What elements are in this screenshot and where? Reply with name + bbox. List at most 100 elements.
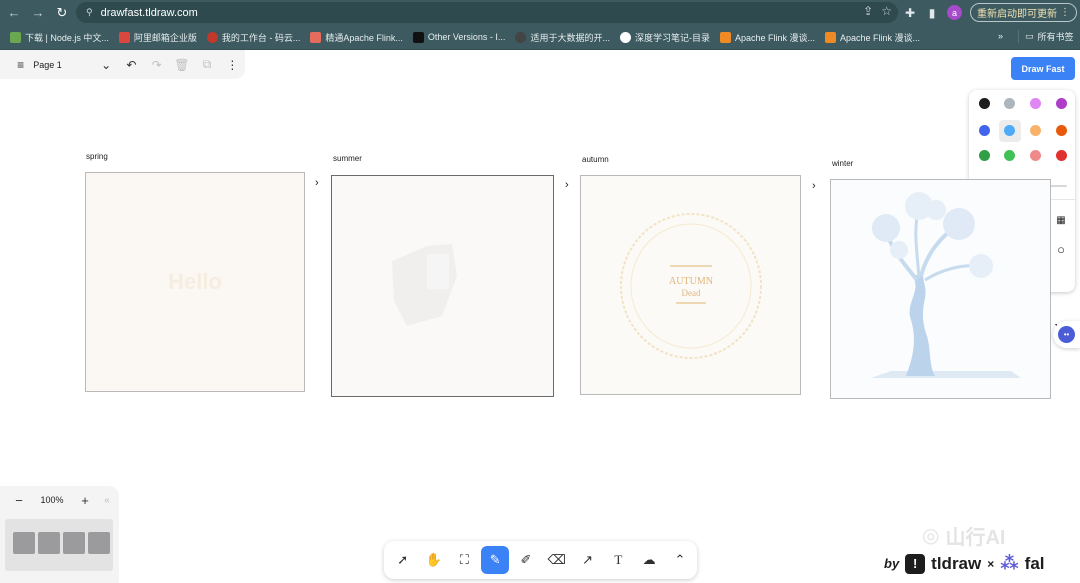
color-swatch-black[interactable]: [979, 98, 990, 109]
select-tool[interactable]: ➚: [389, 546, 417, 574]
bookmarks-overflow-button[interactable]: »: [998, 31, 1003, 41]
color-swatch-green[interactable]: [979, 150, 990, 161]
restart-update-button[interactable]: 重新启动即可更新 ⋮: [970, 3, 1077, 22]
wechat-icon: ◎: [922, 525, 940, 547]
frame-label-winter[interactable]: winter: [832, 159, 853, 168]
folder-icon: ▭: [1025, 31, 1034, 41]
brand-credit[interactable]: by ! tldraw × ⁂ fal: [884, 553, 1045, 574]
duplicate-icon[interactable]: ⧉: [194, 57, 219, 72]
arrow-icon: ↗: [582, 552, 593, 567]
hand-tool[interactable]: ✋: [420, 546, 448, 574]
extensions-icon[interactable]: ✚: [903, 6, 917, 20]
bookmark-item[interactable]: 精通Apache Flink...: [310, 27, 403, 47]
bookmark-item[interactable]: 下载 | Node.js 中文...: [10, 27, 109, 47]
more-vert-icon: ⋮: [1060, 7, 1070, 18]
back-button[interactable]: ←: [4, 3, 24, 23]
bookmark-favicon: [719, 31, 731, 43]
redo-icon[interactable]: ↷: [144, 58, 169, 72]
sidepanel-icon[interactable]: ▮: [925, 6, 939, 20]
bookmark-label: 阿里邮箱企业版: [133, 32, 197, 43]
zoom-in-button[interactable]: +: [74, 493, 96, 508]
bookmark-item[interactable]: 我的工作台 - 码云...: [206, 27, 300, 47]
color-swatch-light-green[interactable]: [1004, 150, 1015, 161]
draw-fast-button[interactable]: Draw Fast: [1011, 57, 1075, 80]
autumn-image: AUTUMN Dead: [581, 176, 800, 394]
minimap-frame: [13, 532, 35, 554]
more-actions-icon[interactable]: ⋮: [220, 58, 245, 72]
frame-tool[interactable]: ⛶: [451, 546, 479, 574]
forward-button[interactable]: →: [28, 3, 48, 23]
undo-icon[interactable]: ↶: [119, 58, 144, 72]
brand-by: by: [884, 556, 900, 571]
bookmark-favicon: [118, 31, 130, 43]
color-swatch-blue[interactable]: [979, 125, 990, 136]
text-tool[interactable]: T: [605, 546, 633, 574]
dash-solid-icon: ○: [1057, 241, 1065, 257]
frame-winter[interactable]: [830, 179, 1051, 399]
frame-summer[interactable]: [331, 175, 554, 397]
dash-solid-button[interactable]: ○: [1050, 238, 1072, 260]
bookmark-star-icon[interactable]: ☆: [881, 4, 892, 18]
page-select[interactable]: Page 1: [33, 60, 93, 70]
bookmark-item[interactable]: Other Versions - I...: [412, 27, 505, 47]
address-bar[interactable]: ⚲ drawfast.tldraw.com ⇪ ☆: [76, 2, 898, 23]
tldraw-logo-icon: !: [905, 553, 926, 574]
site-info-icon[interactable]: ⚲: [86, 7, 93, 18]
frame-autumn[interactable]: AUTUMN Dead: [580, 175, 801, 395]
bookmark-item[interactable]: 深度学习笔记-目录: [619, 27, 710, 47]
main-menu-icon[interactable]: ≡: [8, 58, 33, 72]
bookmark-item[interactable]: Apache Flink 漫谈...: [824, 27, 921, 47]
bookmark-favicon: [206, 31, 218, 43]
marker-icon: ✐: [520, 552, 532, 567]
frame-label-summer[interactable]: summer: [333, 154, 362, 163]
winter-tree-image: [831, 180, 1050, 398]
fill-pattern-button[interactable]: ▦: [1050, 209, 1072, 231]
fal-logo-icon: ⁂: [1000, 553, 1019, 573]
bookmark-label: Apache Flink 漫谈...: [839, 32, 921, 43]
bookmark-item[interactable]: 阿里邮箱企业版: [118, 27, 197, 47]
eraser-tool[interactable]: ⌫: [543, 546, 571, 574]
color-swatch-violet[interactable]: [1056, 98, 1067, 109]
text-icon: T: [614, 552, 623, 567]
chevron-down-icon[interactable]: ⌄: [93, 58, 118, 72]
color-swatch-red[interactable]: [1056, 150, 1067, 161]
spring-image-text: Hello: [168, 269, 222, 294]
color-swatch-light-red[interactable]: [1030, 150, 1041, 161]
chevron-right-icon: ›: [315, 177, 319, 189]
reload-button[interactable]: ↻: [52, 3, 72, 23]
brand-tldraw: tldraw: [931, 553, 982, 573]
more-tools-button[interactable]: ⌃: [666, 546, 694, 574]
frame-label-spring[interactable]: spring: [86, 152, 108, 161]
frame-spring[interactable]: Hello: [85, 172, 305, 392]
all-bookmarks-button[interactable]: ▭ 所有书签: [1018, 30, 1074, 43]
color-swatch-light-blue[interactable]: [1004, 125, 1015, 136]
trash-icon[interactable]: 🗑: [169, 58, 194, 72]
cloud-shape-tool[interactable]: ☁: [635, 546, 663, 574]
autumn-subtitle-text: Dead: [682, 288, 701, 298]
minimap-frame: [63, 532, 85, 554]
brand-times: ×: [987, 556, 995, 571]
color-swatch-yellow[interactable]: [1030, 125, 1041, 136]
color-swatch-light-violet[interactable]: [1030, 98, 1041, 109]
minimap[interactable]: [5, 519, 113, 571]
all-bookmarks-label: 所有书签: [1037, 32, 1074, 42]
bookmark-item[interactable]: Apache Flink 漫谈...: [719, 27, 815, 47]
color-swatch-orange[interactable]: [1056, 125, 1067, 136]
assistant-launcher[interactable]: ••: [1053, 321, 1080, 348]
tool-bar: ➚ ✋ ⛶ ✎ ✐ ⌫ ↗ T ☁ ⌃: [384, 541, 697, 579]
chevron-right-icon: ›: [812, 180, 816, 192]
share-icon[interactable]: ⇪: [863, 4, 873, 18]
draw-tool[interactable]: ✎: [481, 546, 509, 574]
zoom-level-menu[interactable]: 100%: [30, 495, 74, 505]
profile-avatar[interactable]: a: [947, 5, 962, 20]
collapse-minimap-icon[interactable]: «: [96, 495, 118, 506]
drawing-canvas[interactable]: ≡ Page 1 ⌄ ↶ ↷ 🗑 ⧉ ⋮ Draw Fast ⧈ ⧉ ▣ ▦ ◉: [0, 50, 1080, 583]
arrow-tool[interactable]: ↗: [574, 546, 602, 574]
bookmark-item[interactable]: 适用于大数据的开...: [515, 27, 610, 47]
watermark-text: 山行AI: [945, 527, 1006, 549]
highlight-tool[interactable]: ✐: [512, 546, 540, 574]
frame-label-autumn[interactable]: autumn: [582, 155, 609, 164]
zoom-out-button[interactable]: −: [8, 493, 30, 508]
brand-fal: fal: [1024, 553, 1045, 573]
color-swatch-grey[interactable]: [1004, 98, 1015, 109]
